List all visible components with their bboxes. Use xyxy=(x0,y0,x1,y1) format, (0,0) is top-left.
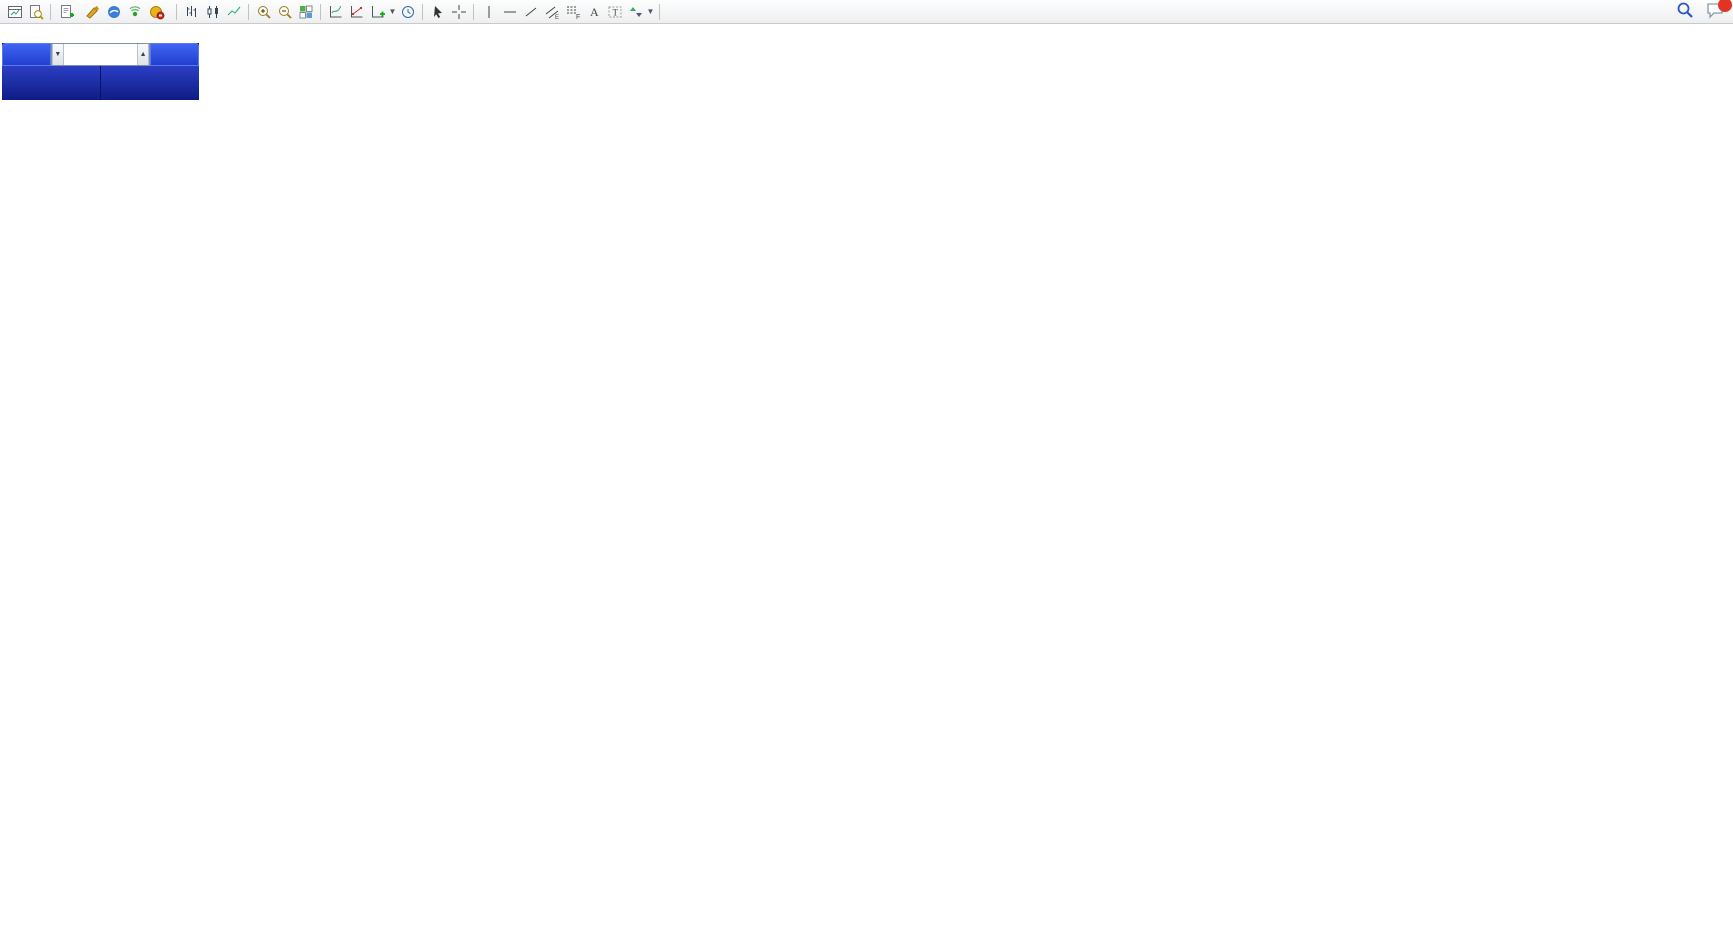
clock-icon[interactable] xyxy=(397,2,418,21)
zoom-in-icon[interactable] xyxy=(253,2,274,21)
sell-button[interactable] xyxy=(2,43,51,66)
volume-input[interactable] xyxy=(64,44,138,65)
ask-price[interactable] xyxy=(101,66,199,100)
trendline-icon[interactable] xyxy=(520,2,541,21)
one-click-trading-panel: ▼ ▲ xyxy=(2,43,199,100)
arrows-caret-icon[interactable]: ▼ xyxy=(646,7,655,16)
signal-icon[interactable] xyxy=(124,2,145,21)
autotrade-icon xyxy=(149,4,165,20)
objects-icon[interactable] xyxy=(346,2,367,21)
svg-text:F: F xyxy=(576,14,580,20)
bid-price[interactable] xyxy=(2,66,100,100)
toolbar-right xyxy=(1676,1,1725,24)
zoom-out-icon[interactable] xyxy=(274,2,295,21)
chart-title-row xyxy=(5,28,14,40)
volume-stepper: ▼ ▲ xyxy=(51,43,150,66)
cursor-icon[interactable] xyxy=(427,2,448,21)
rsi-label xyxy=(3,755,11,767)
label-icon[interactable]: T xyxy=(604,2,625,21)
cleanup-icon[interactable] xyxy=(82,2,103,21)
chat-icon[interactable] xyxy=(1706,2,1725,24)
macd-label xyxy=(3,584,15,596)
channel-icon[interactable]: E xyxy=(541,2,562,21)
svg-text:E: E xyxy=(555,15,559,20)
add-indicator-icon[interactable] xyxy=(367,2,388,21)
toolbar: ▼ E F A T ▼ xyxy=(0,0,1733,24)
volume-decrease-button[interactable]: ▼ xyxy=(52,44,64,65)
search-icon[interactable] xyxy=(1676,1,1694,24)
svg-text:A: A xyxy=(590,5,599,19)
new-order-button[interactable] xyxy=(55,2,82,21)
indicator-icon[interactable] xyxy=(325,2,346,21)
notification-badge xyxy=(1718,0,1732,12)
mt4-window: ▼ E F A T ▼ xyxy=(0,0,1733,941)
buy-button[interactable] xyxy=(150,43,199,66)
volume-increase-button[interactable]: ▲ xyxy=(137,44,149,65)
horizontal-line-icon[interactable] xyxy=(499,2,520,21)
svg-text:T: T xyxy=(612,7,618,17)
add-indicator-caret-icon[interactable]: ▼ xyxy=(388,7,397,16)
crosshair-icon[interactable] xyxy=(448,2,469,21)
text-icon[interactable]: A xyxy=(583,2,604,21)
arrows-icon[interactable] xyxy=(625,2,646,21)
line-chart-icon[interactable] xyxy=(223,2,244,21)
chart-canvas[interactable] xyxy=(0,0,1733,941)
bar-chart-icon[interactable] xyxy=(181,2,202,21)
new-chart-icon[interactable] xyxy=(4,2,25,21)
auto-trading-button[interactable] xyxy=(145,2,172,21)
print-preview-icon[interactable] xyxy=(25,2,46,21)
fibonacci-icon[interactable]: F xyxy=(562,2,583,21)
community-icon[interactable] xyxy=(103,2,124,21)
tile-windows-icon[interactable] xyxy=(295,2,316,21)
candlestick-icon[interactable] xyxy=(202,2,223,21)
vertical-line-icon[interactable] xyxy=(478,2,499,21)
new-order-icon xyxy=(59,4,75,20)
